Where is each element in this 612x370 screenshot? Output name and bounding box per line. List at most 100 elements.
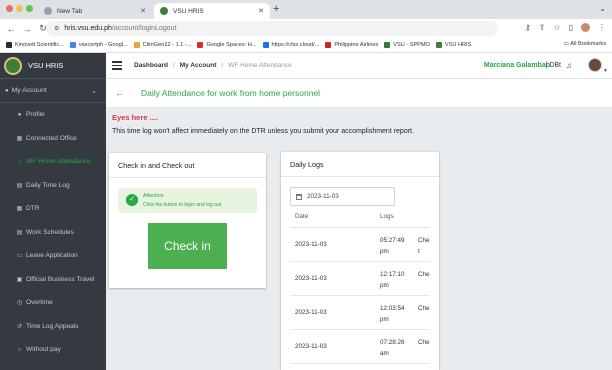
warning-text: This time log won't affect immediately o…	[112, 128, 414, 135]
content-header: ← Daily Attendance for work from home pe…	[106, 79, 612, 107]
bookmark-star-icon[interactable]: ☆	[553, 23, 560, 32]
calendar-icon: ▤	[16, 182, 23, 189]
sidebar-item-label: Official Business Travel	[26, 275, 95, 283]
bookmark-item[interactable]: VSU - SPPMO	[384, 42, 430, 48]
hamburger-menu-icon[interactable]	[112, 59, 122, 72]
bookmark-item[interactable]: https://cfss.cloud/...	[262, 42, 319, 48]
bookmark-favicon-icon	[197, 42, 204, 48]
user-name[interactable]: Marciana Galambao	[484, 62, 550, 69]
bookmark-label: vaxcertph - Googl...	[78, 42, 128, 48]
back-arrow-icon[interactable]: ←	[6, 24, 16, 34]
site-info-icon[interactable]: ⚙	[54, 25, 59, 32]
bookmark-item[interactable]: ClimGen22 - 1.1 -...	[133, 42, 192, 48]
attention-title: Attention	[143, 193, 164, 199]
window-close-dot[interactable]	[6, 5, 13, 12]
side-panel-icon[interactable]: ▯	[569, 23, 573, 32]
sidebar-item-wf-home-attendance[interactable]: ⌂ WF Home Attendance	[0, 150, 106, 174]
building-icon: ▦	[16, 135, 23, 142]
sidebar-item-profile[interactable]: ● Profile	[0, 103, 106, 127]
bookmark-item[interactable]: Philippine Airlines	[325, 42, 378, 48]
sidebar-item-dtr[interactable]: ▦ DTR	[0, 197, 106, 221]
bookmark-item[interactable]: Google Spaces: H...	[197, 42, 257, 48]
sidebar-item-label: Leave Application	[26, 252, 78, 260]
bookmark-label: VSU - SPPMO	[393, 42, 430, 48]
breadcrumb-separator: /	[221, 62, 224, 69]
breadcrumb-dashboard[interactable]: Dashboard	[134, 62, 168, 69]
bookmarks-bar: Kinovett Scientific... vaxcertph - Googl…	[0, 38, 612, 53]
sidebar-item-time-log-appeals[interactable]: ↺ Time Log Appeals	[0, 315, 106, 339]
close-icon[interactable]: ✕	[140, 7, 146, 15]
sidebar-item-daily-time-log[interactable]: ▤ Daily Time Log	[0, 174, 106, 198]
sidebar-item-label: Overtime	[26, 299, 53, 307]
address-bar-actions: ⚷ ⇪ ☆ ▯ ⋮	[525, 23, 606, 32]
browser-tab-new-tab[interactable]: New Tab ✕	[38, 3, 152, 19]
bookmark-item[interactable]: Kinovett Scientific...	[6, 42, 64, 48]
check-circle-icon: ✓	[126, 194, 138, 206]
bookmark-item[interactable]: VSU HRIS	[435, 42, 472, 48]
sidebar-brand[interactable]: VSU HRIS	[0, 53, 106, 79]
vsu-logo	[4, 56, 22, 75]
sidebar-item-official-business-travel[interactable]: ▣ Official Business Travel	[0, 268, 106, 292]
sidebar-item-label: Profile	[26, 111, 45, 119]
all-bookmarks-button[interactable]: ▭ All Bookmarks	[559, 41, 606, 47]
check-in-button[interactable]: Check in	[148, 223, 227, 269]
checkin-card: Check in and Check out ✓ Attention Click…	[109, 153, 266, 288]
key-icon[interactable]: ⚷	[525, 23, 531, 32]
attention-alert: ✓ Attention Click the button to login an…	[118, 188, 257, 213]
sidebar-section-my-account[interactable]: ● My Account ⌄	[0, 79, 106, 103]
sidebar-item-without-pay[interactable]: ○ Without pay	[0, 338, 106, 362]
browser-tab-vsu-hris[interactable]: VSU HRIS ✕	[154, 3, 270, 19]
sidebar-item-label: Connected Office	[26, 134, 77, 142]
sidebar-item-overtime[interactable]: ◷ Overtime	[0, 291, 106, 315]
chevron-down-icon[interactable]: ▼	[603, 68, 608, 74]
sidebar-item-connected-office[interactable]: ▦ Connected Office	[0, 127, 106, 151]
calendar-icon	[296, 193, 302, 200]
page-title: Daily Attendance for work from home pers…	[141, 88, 321, 98]
top-navbar: Dashboard / My Account / WF Home Attenda…	[106, 53, 612, 79]
forward-arrow-icon[interactable]: →	[22, 24, 32, 34]
sidebar-item-leave-application[interactable]: ▭ Leave Application	[0, 244, 106, 268]
table-row: 2023-11-03 12:17:10 pm Che	[290, 262, 430, 296]
browser-tab-bar: New Tab ✕ VSU HRIS ✕ + ⌄	[0, 0, 612, 19]
address-bar-row: ← → ↻ ⚙ hris.vsu.edu.ph /account/loginLo…	[0, 19, 612, 38]
log-type: Che t	[418, 237, 430, 255]
tab-label: VSU HRIS	[173, 7, 204, 15]
date-filter-input[interactable]: 2023-11-03	[290, 187, 395, 206]
window-minimize-dot[interactable]	[16, 5, 23, 12]
breadcrumb-my-account[interactable]: My Account	[180, 62, 217, 69]
bell-icon[interactable]: ♫	[566, 61, 572, 70]
chrome-icon	[44, 7, 52, 15]
bookmark-label: VSU HRIS	[444, 42, 472, 48]
avatar[interactable]	[588, 58, 602, 72]
bookmark-favicon-icon	[133, 42, 140, 48]
user-icon: ●	[5, 87, 9, 94]
person-icon: ●	[17, 111, 22, 118]
warning-title: Eyes here ....	[112, 113, 158, 122]
table-icon: ▦	[16, 206, 23, 213]
log-date: 2023-11-03	[295, 309, 327, 316]
log-type: Che	[418, 271, 430, 278]
bookmark-item[interactable]: vaxcertph - Googl...	[69, 42, 128, 48]
more-menu-icon[interactable]: ⋮	[598, 23, 606, 32]
share-icon[interactable]: ⇪	[539, 23, 546, 32]
history-icon: ↺	[16, 323, 23, 330]
bookmark-label: ClimGen22 - 1.1 -...	[142, 42, 192, 48]
bookmark-favicon-icon	[384, 42, 391, 48]
profile-avatar[interactable]	[581, 23, 590, 32]
back-arrow-icon[interactable]: ←	[115, 88, 124, 98]
url-field[interactable]: ⚙ hris.vsu.edu.ph /account/loginLogout	[46, 21, 498, 36]
sidebar-item-label: Work Schedules	[26, 228, 74, 236]
attention-text: Click the button to login and log out	[143, 202, 222, 208]
bookmark-label: Philippine Airlines	[334, 42, 379, 48]
tab-search-icon[interactable]: ⌄	[599, 4, 606, 13]
globe-icon	[262, 42, 269, 48]
money-icon: ○	[17, 346, 22, 353]
sidebar-item-work-schedules[interactable]: ▤ Work Schedules	[0, 221, 106, 245]
table-row: 2023-11-03 07:28:26 am Che	[290, 330, 430, 364]
column-header-date: Date	[295, 213, 309, 220]
close-icon[interactable]: ✕	[258, 7, 264, 15]
window-maximize-dot[interactable]	[26, 5, 33, 12]
home-icon: ⌂	[17, 158, 22, 165]
log-time: 05:27:49 pm	[380, 237, 405, 255]
new-tab-button[interactable]: +	[273, 3, 279, 15]
